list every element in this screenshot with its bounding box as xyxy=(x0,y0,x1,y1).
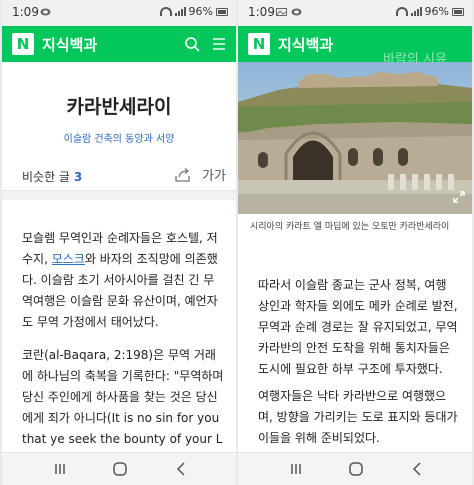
recent-apps-icon[interactable] xyxy=(286,460,306,478)
signal-icon xyxy=(174,7,186,16)
status-time: 1:09 xyxy=(12,5,39,19)
share-icon[interactable] xyxy=(174,167,192,183)
status-bar: 1:09 96% xyxy=(2,0,236,26)
search-icon[interactable] xyxy=(184,36,200,52)
section-divider xyxy=(2,190,236,200)
notification-icon xyxy=(40,8,51,16)
left-screen: 1:09 96% N 지식백과 카라반세라이 이슬람 건축의 동양과 서양 비슷… xyxy=(2,0,236,485)
expand-icon[interactable] xyxy=(452,190,466,204)
right-screen: 1:09 96% N 지식백과 바람의 시유 시리아의 카라트 엘 마딥에 있는… xyxy=(238,0,472,485)
system-nav-bar xyxy=(2,452,236,485)
battery-percent: 96% xyxy=(188,5,213,18)
wifi-icon xyxy=(159,7,172,16)
article-paragraph-3: 따라서 이슬람 종교는 군사 정복, 여행 상인과 학자들 외에도 메카 순례로… xyxy=(258,278,458,376)
system-nav-bar xyxy=(238,452,472,485)
related-label: 비슷한 글 xyxy=(22,170,70,184)
status-bar: 1:09 96% xyxy=(238,0,472,26)
naver-logo-icon[interactable]: N xyxy=(248,33,270,55)
naver-logo-icon[interactable]: N xyxy=(12,33,34,55)
link-mosque[interactable]: 모스크 xyxy=(52,252,85,266)
battery-percent: 96% xyxy=(424,5,449,18)
article-paragraph-1: 모슬렘 무역인과 순례자들은 호스텔, 저수지, 모스크와 바자의 조직망에 의… xyxy=(22,228,224,333)
article-title: 카라반세라이 xyxy=(66,96,172,118)
recent-apps-icon[interactable] xyxy=(50,460,70,478)
article-source[interactable]: 이슬람 건축의 동양과 서양 xyxy=(2,130,236,145)
article-paragraph-4: 여행자들은 낙타 카라반으로 여행했으며, 방향을 가리키는 도로 표지와 등대… xyxy=(258,389,458,445)
back-icon[interactable] xyxy=(172,460,192,478)
font-size-button[interactable]: 가가 xyxy=(202,165,226,184)
photo-image xyxy=(238,62,472,214)
caravanserai-photo[interactable] xyxy=(238,62,472,214)
battery-icon xyxy=(452,7,464,16)
wifi-icon xyxy=(395,7,408,16)
home-icon[interactable] xyxy=(110,460,130,478)
status-time: 1:09 xyxy=(248,5,275,19)
signal-icon xyxy=(410,7,422,16)
image-notification-icon xyxy=(276,8,287,16)
app-header: N 지식백과 바람의 시유 xyxy=(238,26,472,67)
home-icon[interactable] xyxy=(346,460,366,478)
app-title[interactable]: 지식백과 xyxy=(42,34,97,55)
related-count: 3 xyxy=(73,170,83,184)
app-header: N 지식백과 xyxy=(2,26,236,62)
app-title[interactable]: 지식백과 xyxy=(278,34,333,55)
notification-icon xyxy=(291,8,302,16)
related-articles[interactable]: 비슷한 글 3 xyxy=(22,168,82,185)
battery-icon xyxy=(216,7,228,16)
back-icon[interactable] xyxy=(408,460,428,478)
photo-caption: 시리아의 카라트 엘 마딥에 있는 오토만 카라반세라이 xyxy=(250,222,450,232)
menu-icon[interactable] xyxy=(210,36,228,52)
